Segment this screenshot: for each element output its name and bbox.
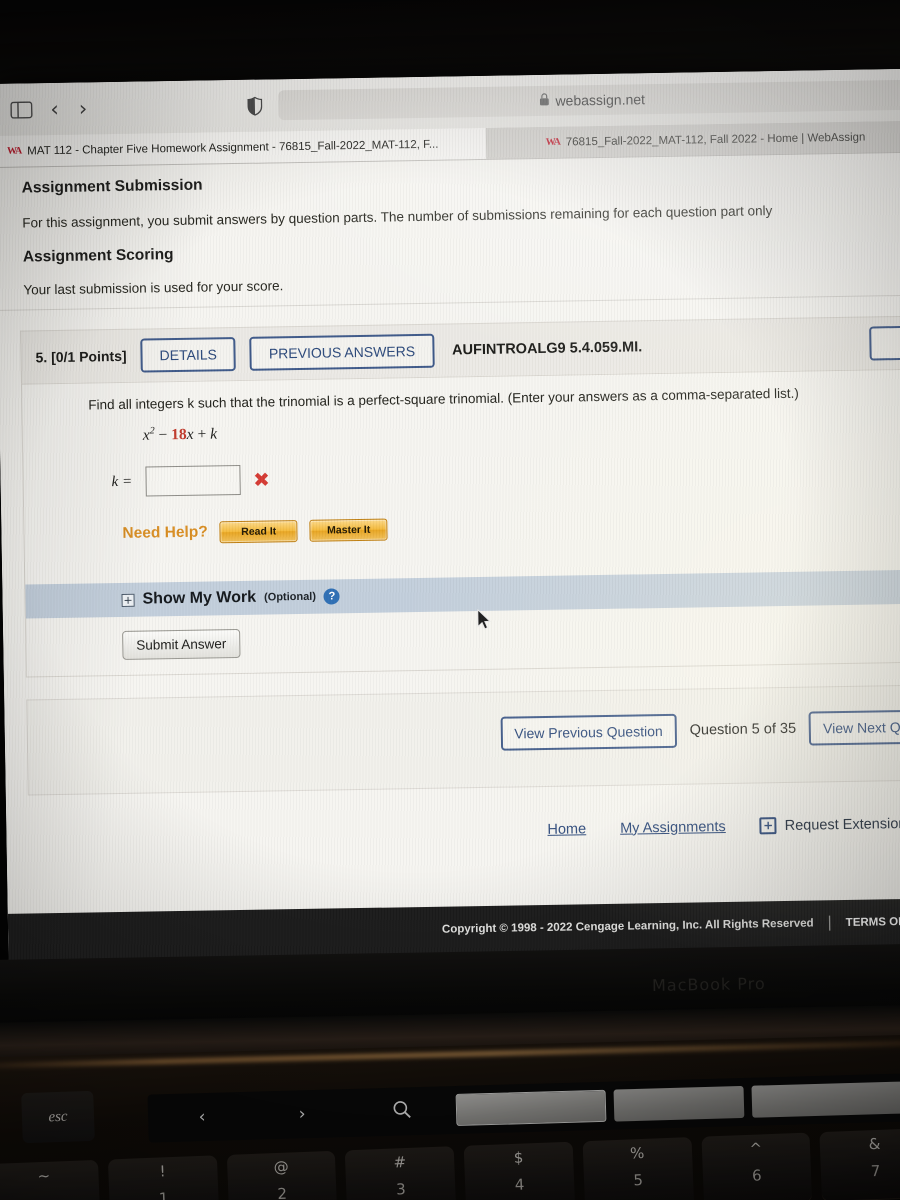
back-icon[interactable]: ‹ [50, 97, 59, 121]
eq-var2: x [186, 425, 194, 444]
question-navigation-panel: View Previous Question Question 5 of 35 … [26, 685, 900, 796]
extra-action-button[interactable] [869, 325, 900, 361]
sidebar-toggle-icon[interactable] [8, 99, 34, 119]
expand-plus-icon[interactable]: + [121, 593, 135, 607]
webassign-favicon: WA [7, 145, 22, 157]
key-4[interactable]: $ 4 [463, 1141, 576, 1200]
key-digit: 1 [158, 1189, 169, 1200]
assignment-submission-heading: Assignment Submission [21, 176, 203, 197]
touchbar-window-thumbnail[interactable] [751, 1081, 900, 1118]
view-next-question-button[interactable]: View Next Question [808, 709, 900, 746]
key-symbol: % [629, 1143, 645, 1163]
webassign-favicon: WA [545, 136, 560, 148]
key-symbol: # [393, 1153, 407, 1172]
touchbar-search-icon[interactable] [356, 1098, 449, 1126]
url-text: webassign.net [555, 91, 646, 109]
key-digit: 7 [870, 1161, 881, 1181]
question-number: 5. [0/1 Points] [35, 347, 127, 366]
key-tilde[interactable]: ~ [0, 1159, 101, 1200]
read-it-button[interactable]: Read It [219, 520, 298, 544]
forward-icon[interactable]: › [79, 96, 88, 120]
copyright-text: Copyright © 1998 - 2022 Cengage Learning… [441, 917, 814, 936]
tab-title: 76815_Fall-2022_MAT-112, Fall 2022 - Hom… [565, 131, 866, 149]
show-my-work-optional: (Optional) [263, 590, 317, 604]
question-navigation: View Previous Question Question 5 of 35 … [500, 709, 900, 751]
need-help-label: Need Help? [122, 523, 208, 543]
footer-divider: | [827, 914, 832, 932]
esc-key[interactable]: esc [21, 1090, 95, 1144]
lock-icon [539, 93, 549, 109]
terms-of-use-link[interactable]: TERMS OF USE [846, 916, 900, 929]
plus-icon[interactable]: + [759, 817, 777, 835]
answer-label: k = [111, 473, 133, 490]
assignment-scoring-heading: Assignment Scoring [22, 246, 174, 266]
key-symbol: ^ [749, 1139, 763, 1158]
eq-minus: − [158, 426, 168, 444]
key-7[interactable]: & 7 [819, 1127, 900, 1200]
laptop-photo: ‹ › webassign.net WA MAT 112 - Chapter F… [0, 0, 900, 1200]
request-extension-label: Request Extension [784, 815, 900, 834]
submit-answer-button[interactable]: Submit Answer [122, 629, 241, 661]
touchbar-window-thumbnail[interactable] [455, 1089, 607, 1127]
home-link[interactable]: Home [547, 821, 586, 838]
assignment-submission-text: For this assignment, you submit answers … [22, 203, 773, 231]
key-digit: 2 [277, 1184, 288, 1200]
question-body: Find all integers k such that the trinom… [20, 368, 900, 678]
question-code: AUFINTROALG9 5.4.059.MI. [451, 339, 643, 359]
key-symbol: & [868, 1134, 881, 1154]
incorrect-mark-icon: ✖ [252, 467, 271, 492]
key-2[interactable]: @ 2 [226, 1150, 338, 1200]
key-1[interactable]: ! 1 [107, 1155, 220, 1200]
touchbar-forward-icon[interactable]: › [256, 1103, 349, 1126]
touchbar-back-icon[interactable]: ‹ [156, 1106, 249, 1129]
eq-coefficient: 18 [171, 426, 187, 444]
answer-input[interactable] [144, 465, 241, 497]
macbook-pro-logo: MacBook Pro [651, 974, 766, 995]
key-symbol: ! [159, 1162, 166, 1181]
key-symbol: ~ [37, 1166, 51, 1186]
my-assignments-link[interactable]: My Assignments [620, 819, 726, 837]
tab-title: MAT 112 - Chapter Five Homework Assignme… [27, 138, 439, 157]
view-previous-question-button[interactable]: View Previous Question [500, 713, 677, 751]
assignment-header: Assignment Submission For this assignmen… [0, 152, 900, 311]
address-bar[interactable]: webassign.net [277, 79, 900, 121]
key-digit: 5 [633, 1170, 644, 1190]
request-extension[interactable]: + Request Extension [759, 815, 900, 835]
key-digit: 6 [751, 1166, 762, 1185]
eq-constant: k [209, 425, 218, 443]
key-symbol: @ [273, 1157, 290, 1177]
key-symbol: $ [513, 1148, 524, 1167]
help-question-icon[interactable]: ? [323, 588, 341, 605]
key-5[interactable]: % 5 [582, 1137, 694, 1200]
shield-icon[interactable] [247, 96, 263, 116]
question-block: 5. [0/1 Points] DETAILS PREVIOUS ANSWERS… [0, 296, 900, 679]
key-3[interactable]: # 3 [344, 1146, 457, 1200]
key-digit: 3 [395, 1180, 407, 1199]
key-digit: 4 [514, 1175, 525, 1194]
question-counter: Question 5 of 35 [689, 720, 797, 739]
eq-plus: + [197, 425, 207, 443]
webassign-page: Assignment Submission For this assignmen… [0, 152, 900, 974]
key-6[interactable]: ^ 6 [700, 1132, 813, 1200]
assignment-scoring-text: Your last submission is used for your sc… [23, 278, 284, 298]
details-button[interactable]: DETAILS [140, 337, 237, 373]
show-my-work-title: Show My Work [142, 588, 257, 608]
touchbar-window-thumbnail[interactable] [613, 1085, 745, 1122]
laptop-screen: ‹ › webassign.net WA MAT 112 - Chapter F… [0, 68, 900, 974]
master-it-button[interactable]: Master It [309, 518, 388, 542]
previous-answers-button[interactable]: PREVIOUS ANSWERS [249, 333, 435, 371]
eq-exponent: 2 [149, 425, 155, 437]
